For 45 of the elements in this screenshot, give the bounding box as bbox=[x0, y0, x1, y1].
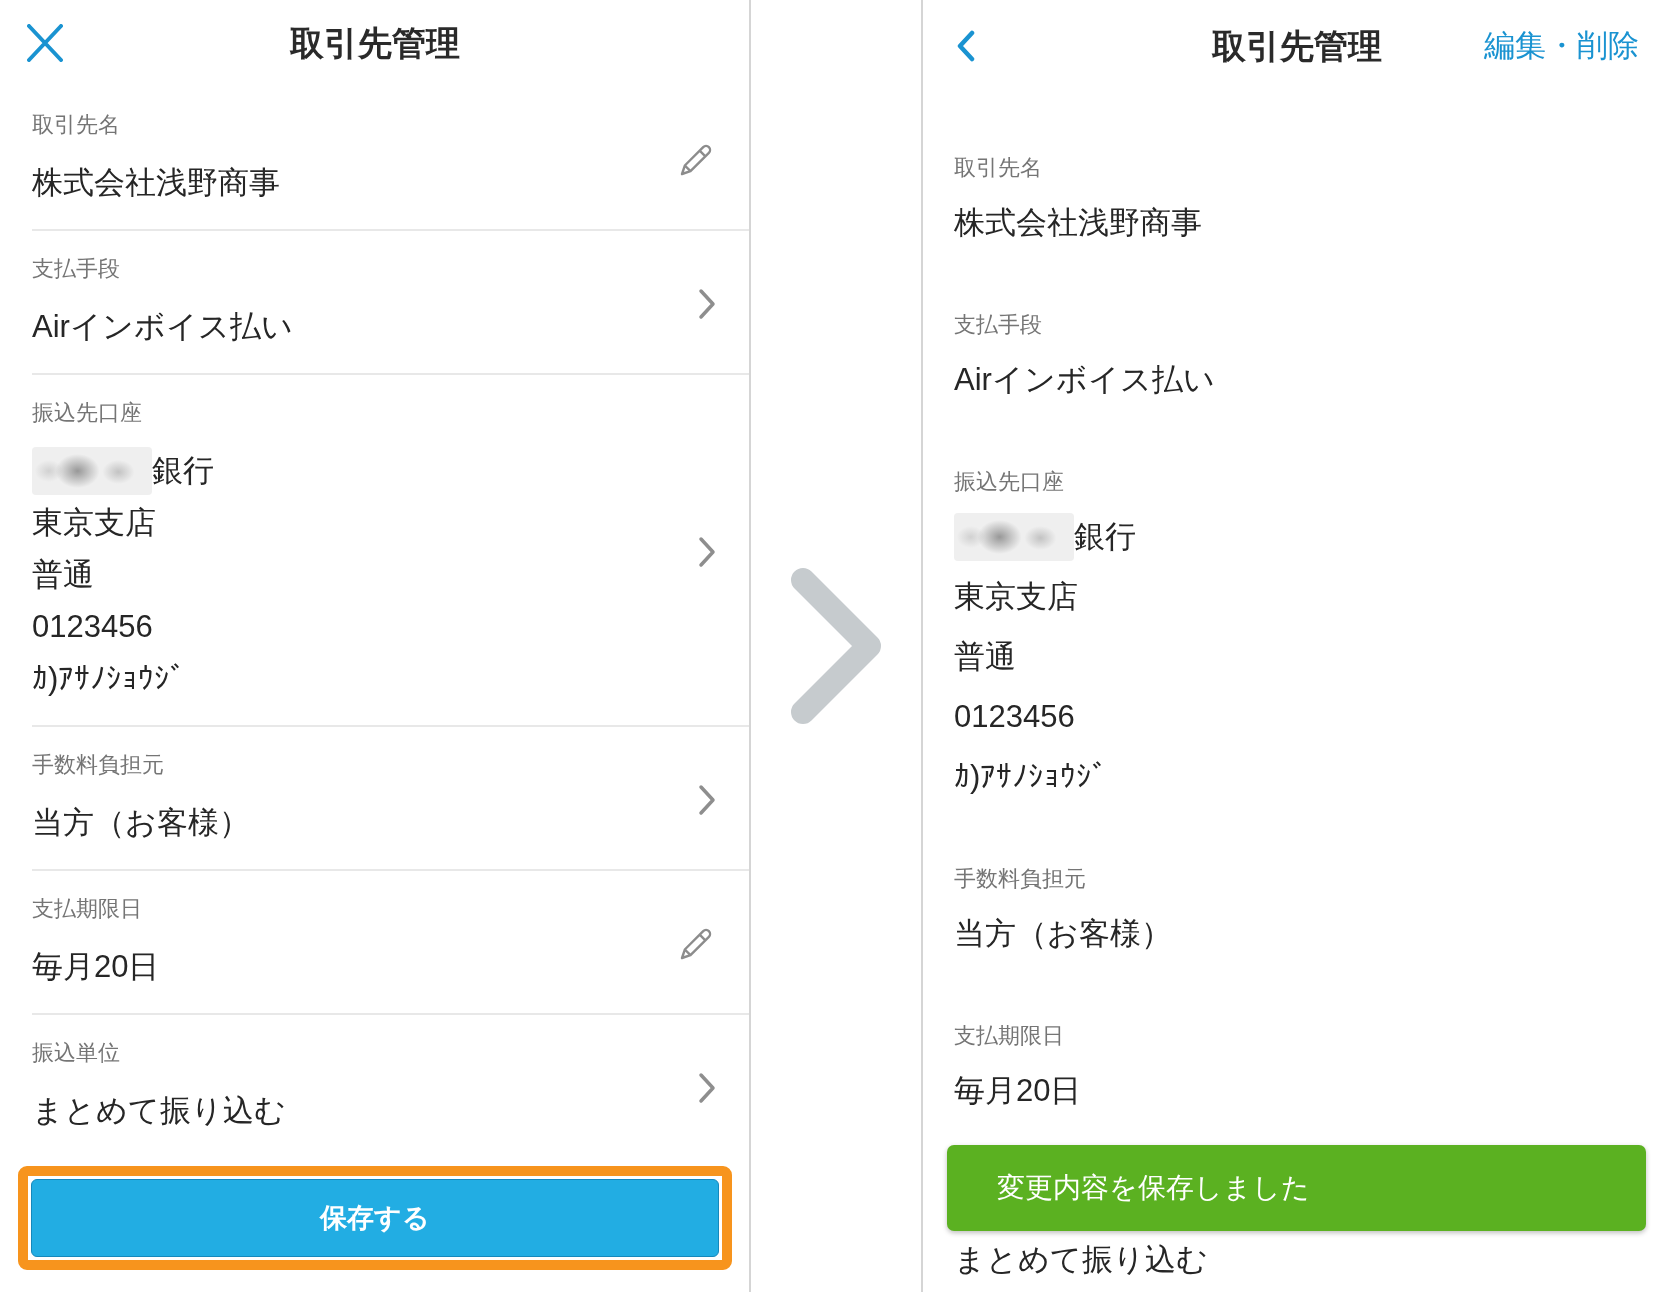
close-icon[interactable] bbox=[27, 23, 63, 62]
edit-delete-link[interactable]: 編集・削除 bbox=[1484, 26, 1639, 66]
field-label: 振込先口座 bbox=[954, 468, 1064, 496]
field-value: 東京支店 bbox=[32, 504, 156, 542]
field-value: Airインボイス払い bbox=[32, 308, 293, 346]
field-value: 毎月20日 bbox=[32, 948, 160, 986]
pencil-icon[interactable] bbox=[679, 143, 713, 177]
field-value: ｶ)ｱｻﾉｼｮｳｼﾞ bbox=[32, 660, 187, 698]
field-value: 普通 bbox=[954, 638, 1016, 676]
field-value: Airインボイス払い bbox=[954, 361, 1215, 399]
field-value: 普通 bbox=[32, 556, 94, 594]
pencil-icon[interactable] bbox=[679, 927, 713, 961]
field-label: 支払手段 bbox=[954, 311, 1042, 339]
save-button[interactable]: 保存する bbox=[31, 1179, 719, 1257]
field-value: ｶ)ｱｻﾉｼｮｳｼﾞ bbox=[954, 758, 1109, 796]
field-label: 取引先名 bbox=[954, 154, 1042, 182]
chevron-icon[interactable] bbox=[698, 536, 716, 568]
chevron-icon bbox=[790, 567, 882, 725]
field-label: 支払期限日 bbox=[954, 1022, 1064, 1050]
field-label: 支払手段 bbox=[32, 255, 120, 283]
field-value: 当方（お客様） bbox=[32, 804, 250, 842]
field-value: まとめて振り込む bbox=[32, 1092, 286, 1130]
back-icon[interactable] bbox=[956, 30, 976, 62]
chevron-icon[interactable] bbox=[698, 784, 716, 816]
field-value: 銀行 bbox=[152, 452, 214, 490]
field-value: 当方（お客様） bbox=[954, 915, 1172, 953]
field-value: 銀行 bbox=[1074, 518, 1136, 556]
screen-title: 取引先管理 bbox=[1211, 26, 1382, 67]
field-value: 毎月20日 bbox=[954, 1072, 1082, 1110]
field-value: 0123456 bbox=[954, 698, 1075, 736]
field-label: 振込単位 bbox=[32, 1039, 120, 1067]
field-value: 0123456 bbox=[32, 608, 153, 646]
field-label: 振込先口座 bbox=[32, 399, 142, 427]
field-label: 支払期限日 bbox=[32, 895, 142, 923]
field-label: 取引先名 bbox=[32, 111, 120, 139]
toast-message: 変更内容を保存しました bbox=[997, 1171, 1310, 1205]
chevron-icon[interactable] bbox=[698, 288, 716, 320]
field-label: 手数料負担元 bbox=[954, 865, 1086, 893]
field-value: 東京支店 bbox=[954, 578, 1078, 616]
field-value: まとめて振り込む bbox=[954, 1241, 1208, 1279]
screen-title: 取引先管理 bbox=[289, 22, 460, 64]
chevron-icon[interactable] bbox=[698, 1072, 716, 1104]
field-value: 株式会社浅野商事 bbox=[954, 204, 1202, 242]
field-label: 手数料負担元 bbox=[32, 751, 164, 779]
field-value: 株式会社浅野商事 bbox=[32, 164, 280, 202]
